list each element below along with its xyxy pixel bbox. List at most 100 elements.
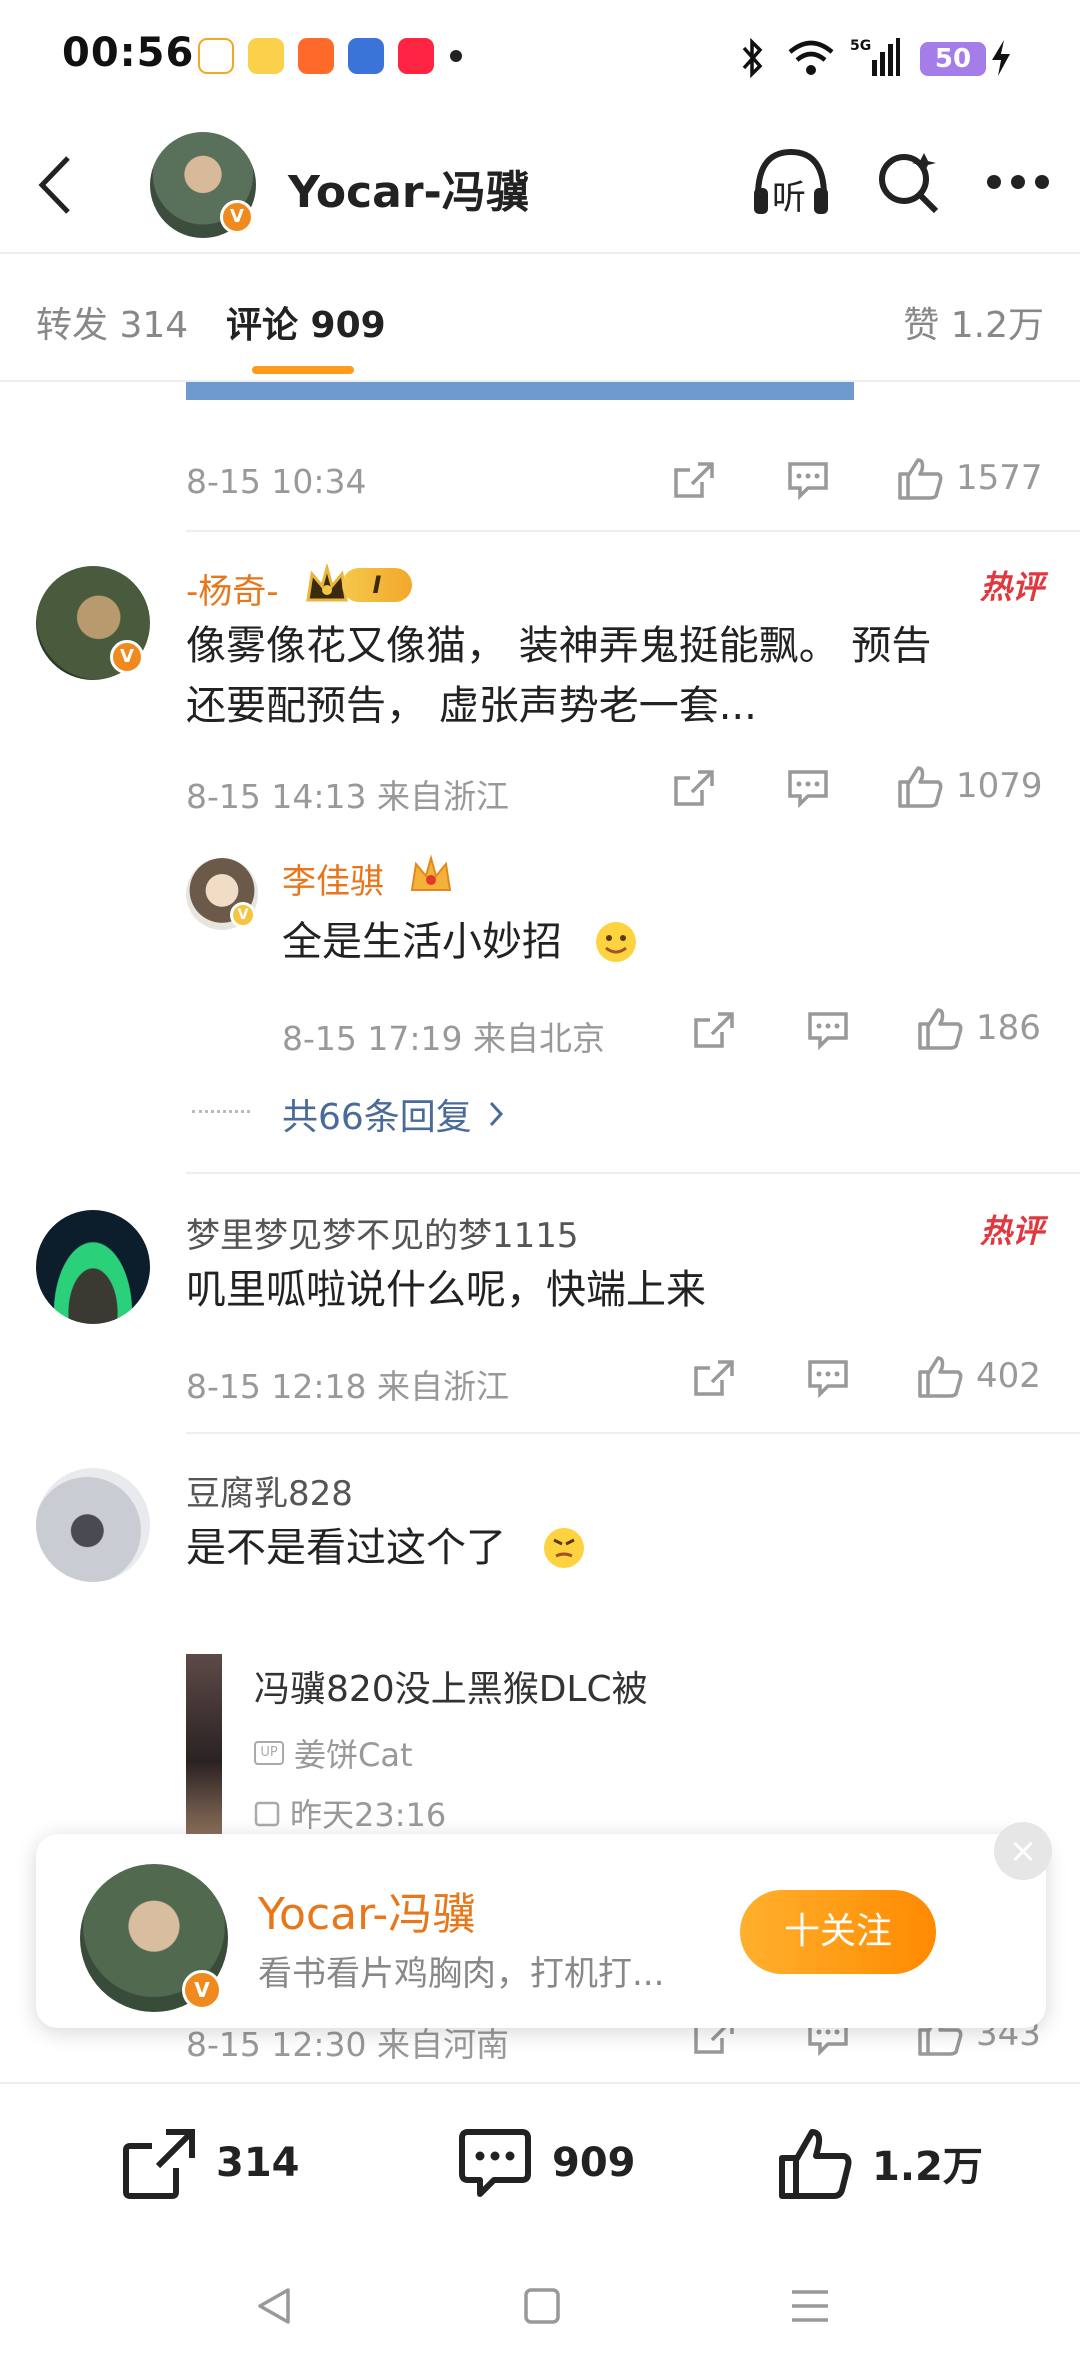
verified-badge-icon: V: [220, 200, 254, 234]
thumbs-up-icon: [898, 458, 943, 500]
uploader-name: 姜饼Cat: [294, 1736, 413, 1774]
status-bar: 00:56 5G 50: [0, 0, 1080, 118]
signal-icon: 5G: [850, 38, 900, 76]
back-icon[interactable]: [36, 154, 76, 216]
verified-badge-icon: V: [182, 1970, 222, 2010]
repost-count: 314: [216, 2140, 300, 2186]
commenter-avatar[interactable]: [36, 1468, 150, 1582]
wifi-icon: [788, 40, 834, 75]
nav-back-icon[interactable]: [254, 2284, 294, 2328]
level-badge: I: [342, 568, 412, 602]
notification-icons: [198, 38, 434, 74]
reply-icon[interactable]: [786, 460, 830, 500]
share-icon: [123, 2129, 195, 2199]
upload-time: 昨天23:16: [290, 1796, 447, 1834]
popup-user-name[interactable]: Yocar-冯骥: [258, 1878, 476, 1942]
follow-suggestion-popup: × V Yocar-冯骥 看书看片鸡胸肉，打机打... 十关注: [36, 1822, 1052, 2028]
listen-label: 听: [772, 178, 806, 218]
xiaohongshu-icon: [398, 38, 434, 74]
commenter-name[interactable]: 豆腐乳828: [186, 1466, 353, 1515]
like-action[interactable]: 186: [916, 1006, 1041, 1050]
follow-button[interactable]: 十关注: [740, 1890, 936, 1974]
app-notification-icon: [198, 38, 234, 74]
thumbs-up-icon: [918, 1356, 963, 1398]
verified-badge-icon: V: [230, 902, 256, 928]
reply-user-name[interactable]: 李佳骐: [282, 854, 384, 903]
up-icon: UP: [254, 1741, 284, 1765]
divider: [186, 1432, 1080, 1434]
thumbs-up-icon: [779, 2129, 852, 2199]
tab-comments[interactable]: 评论 909: [226, 296, 386, 348]
thumbs-up-icon: [898, 766, 943, 808]
repost-button[interactable]: 314: [120, 2126, 300, 2200]
reply-icon[interactable]: [806, 1010, 850, 1050]
author-name[interactable]: Yocar-冯骥: [288, 156, 530, 220]
battery-indicator: 50: [920, 42, 986, 76]
divider: [186, 1172, 1080, 1174]
share-icon[interactable]: [692, 1010, 736, 1050]
system-navigation-bar: [0, 2242, 1080, 2376]
share-icon[interactable]: [672, 768, 716, 808]
comment-image-bottom[interactable]: [186, 382, 854, 400]
comment-button[interactable]: 909: [456, 2126, 636, 2200]
comment-text: 是不是看过这个了: [186, 1525, 506, 1571]
reply-icon[interactable]: [786, 768, 830, 808]
comment-icon: [459, 2129, 531, 2197]
comment-text: 叽里呱啦说什么呢，快端上来: [186, 1267, 706, 1313]
emoji-icon: [544, 1528, 584, 1568]
commenter-name[interactable]: 梦里梦见梦不见的梦1115: [186, 1208, 579, 1257]
like-action[interactable]: 1577: [896, 456, 1043, 500]
share-icon[interactable]: [692, 1358, 736, 1398]
svg-text:5G: 5G: [850, 38, 871, 54]
like-action[interactable]: 402: [916, 1354, 1041, 1398]
crown-icon: [410, 854, 452, 891]
header-actions: 听: [750, 146, 1050, 218]
verified-badge-icon: V: [110, 640, 144, 674]
comment-count: 909: [552, 2140, 636, 2186]
video-thumbnail: [186, 1654, 222, 1834]
more-icon[interactable]: [986, 174, 1050, 190]
bluetooth-icon: [742, 38, 763, 78]
member-crown-badge: I: [304, 562, 414, 606]
calendar-icon: [254, 1801, 280, 1827]
like-count: 402: [976, 1356, 1041, 1396]
app-grid-icon: [298, 38, 334, 74]
comment-meta: 8-15 14:13 来自浙江: [186, 777, 509, 816]
tab-likes[interactable]: 赞 1.2万: [903, 296, 1044, 348]
video-card[interactable]: 冯骥820没上黑猴DLC被 UP 姜饼Cat 昨天23:16: [186, 1654, 686, 1834]
replies-count: 共66条回复: [282, 1097, 472, 1138]
comment-text: 还要配预告， 虚张声势老一套...: [186, 683, 757, 729]
tab-repost[interactable]: 转发 314: [36, 296, 188, 348]
like-count: 186: [976, 1008, 1041, 1048]
like-count: 1577: [956, 458, 1043, 498]
hot-comment-badge: 热评: [979, 1212, 1044, 1250]
thumbs-up-icon: [918, 1008, 963, 1050]
like-button[interactable]: 1.2万: [776, 2126, 983, 2200]
nav-home-icon[interactable]: [522, 2286, 562, 2326]
status-time: 00:56: [62, 30, 195, 76]
commenter-avatar[interactable]: [36, 1210, 150, 1324]
listen-button[interactable]: 听: [750, 146, 832, 218]
weibo-icon: [248, 38, 284, 74]
active-tab-indicator: [252, 366, 354, 374]
view-replies-link[interactable]: 共66条回复: [282, 1088, 504, 1140]
share-icon[interactable]: [672, 460, 716, 500]
reply-text: 全是生活小妙招: [282, 919, 562, 965]
reply-icon[interactable]: [806, 1358, 850, 1398]
popup-user-bio: 看书看片鸡胸肉，打机打...: [258, 1954, 665, 1994]
like-action[interactable]: 1079: [896, 764, 1043, 808]
close-icon[interactable]: ×: [994, 1822, 1052, 1880]
like-count: 1079: [956, 766, 1043, 806]
dotted-connector: [192, 1110, 250, 1113]
reply-meta: 8-15 17:19 来自北京: [282, 1019, 605, 1058]
like-total: 1.2万: [872, 2144, 983, 2190]
hot-comment-badge: 热评: [979, 568, 1044, 606]
chart-app-icon: [348, 38, 384, 74]
search-icon[interactable]: [876, 149, 942, 215]
nav-menu-icon[interactable]: [788, 2288, 832, 2324]
more-notifications-dot: [450, 50, 462, 62]
uploader-row: UP 姜饼Cat: [254, 1730, 413, 1776]
post-header: V Yocar-冯骥 听: [0, 118, 1080, 252]
chevron-right-icon: [489, 1101, 503, 1127]
commenter-name[interactable]: -杨奇-: [186, 564, 279, 613]
